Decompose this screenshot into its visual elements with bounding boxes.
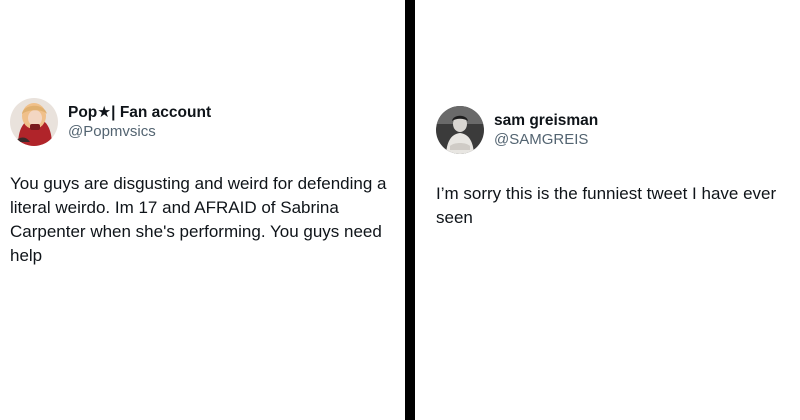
display-name[interactable]: Pop★| Fan account bbox=[68, 103, 211, 122]
tweet-author: sam greisman @SAMGREIS bbox=[494, 111, 598, 149]
tweet-text: I’m sorry this is the funniest tweet I h… bbox=[436, 184, 777, 227]
avatar[interactable] bbox=[436, 106, 484, 154]
profile-photo-icon bbox=[436, 106, 484, 154]
tweet-header: sam greisman @SAMGREIS bbox=[436, 106, 598, 154]
tweet-text: You guys are disgusting and weird for de… bbox=[10, 174, 387, 265]
panel-divider bbox=[405, 0, 415, 420]
display-name[interactable]: sam greisman bbox=[494, 111, 598, 130]
profile-photo-icon bbox=[10, 98, 58, 146]
tweet-card-left: Pop★| Fan account @Popmvsics You guys ar… bbox=[0, 0, 405, 420]
user-handle[interactable]: @Popmvsics bbox=[68, 122, 211, 141]
tweet-card-right: sam greisman @SAMGREIS I’m sorry this is… bbox=[415, 0, 800, 420]
tweet-author: Pop★| Fan account @Popmvsics bbox=[68, 103, 211, 141]
avatar[interactable] bbox=[10, 98, 58, 146]
tweet-header: Pop★| Fan account @Popmvsics bbox=[10, 98, 211, 146]
user-handle[interactable]: @SAMGREIS bbox=[494, 130, 598, 149]
